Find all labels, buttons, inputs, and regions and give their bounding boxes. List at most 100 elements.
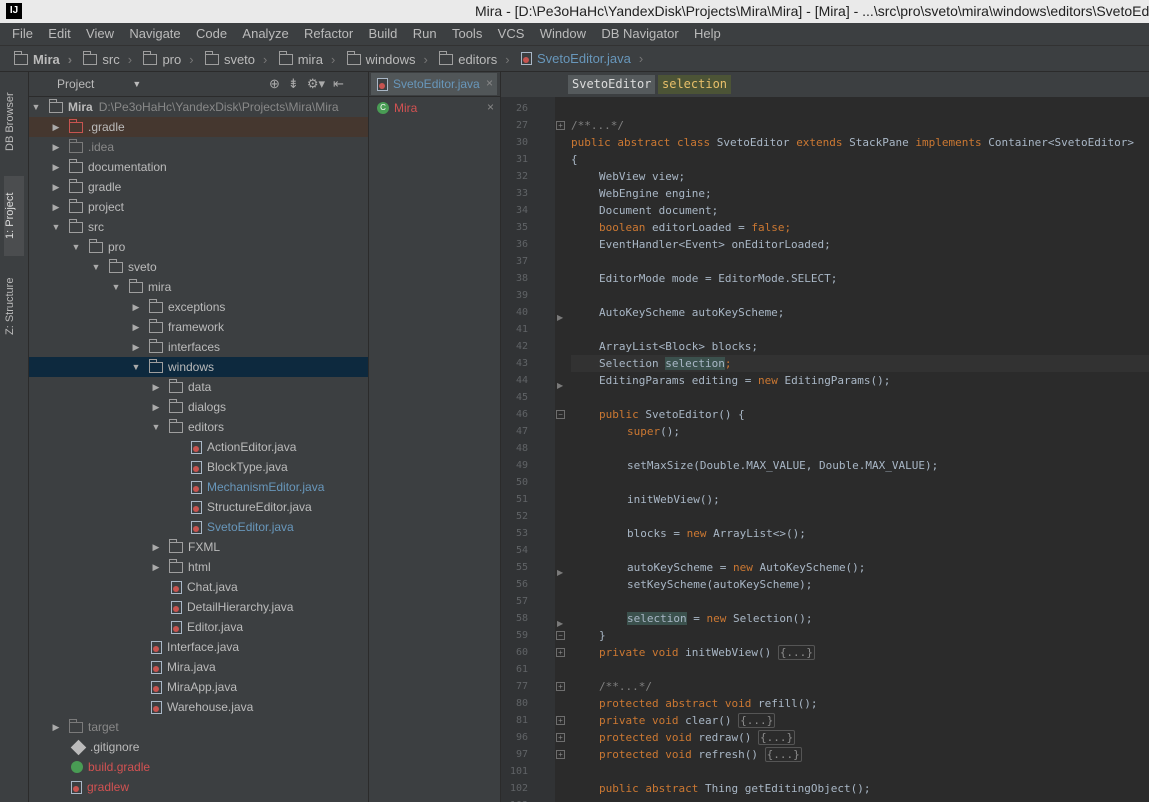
- breadcrumb-member[interactable]: selection: [658, 75, 732, 94]
- menu-navigate[interactable]: Navigate: [129, 23, 180, 41]
- tree-item-miraapp[interactable]: MiraApp.java: [29, 677, 368, 697]
- java-file-icon: [171, 600, 182, 614]
- fold-plus-icon[interactable]: +: [556, 716, 565, 725]
- menu-tools[interactable]: Tools: [452, 23, 482, 41]
- java-file-icon: [151, 660, 162, 674]
- fold-plus-icon[interactable]: +: [556, 750, 565, 759]
- scroll-from-source-icon[interactable]: ⊕: [269, 76, 280, 92]
- fold-minus-icon[interactable]: −: [556, 410, 565, 419]
- tree-item-actioneditor[interactable]: ActionEditor.java: [29, 437, 368, 457]
- code-line: setKeyScheme(autoKeyScheme);: [627, 578, 813, 591]
- tree-item-dialogs[interactable]: ▶ dialogs: [29, 397, 368, 417]
- menu-edit[interactable]: Edit: [48, 23, 70, 41]
- crumb-mira[interactable]: Mira ›: [10, 47, 76, 71]
- run-config-mira[interactable]: C Mira ×: [371, 98, 498, 118]
- collapse-all-icon[interactable]: ⇟: [288, 76, 299, 92]
- tree-item-label: data: [188, 380, 212, 394]
- tree-item-html[interactable]: ▶ html: [29, 557, 368, 577]
- menu-db-navigator[interactable]: DB Navigator: [601, 23, 678, 41]
- tree-item-sveto[interactable]: ▼ sveto: [29, 257, 368, 277]
- line-number: 56: [515, 579, 528, 590]
- close-icon[interactable]: ×: [486, 76, 493, 90]
- tree-item-editor[interactable]: Editor.java: [29, 617, 368, 637]
- tree-item-mechanismeditor[interactable]: MechanismEditor.java: [29, 477, 368, 497]
- menu-help[interactable]: Help: [694, 23, 721, 41]
- tree-item-idea[interactable]: ▶ .idea: [29, 137, 368, 157]
- code-editor[interactable]: SvetoEditor selection 26 27 30 31 32 33 …: [501, 72, 1149, 802]
- chevron-down-icon[interactable]: ▼: [132, 79, 141, 89]
- menu-run[interactable]: Run: [413, 23, 437, 41]
- fold-plus-icon[interactable]: +: [556, 682, 565, 691]
- tree-item-src[interactable]: ▼ src: [29, 217, 368, 237]
- tree-item-detailhierarchy[interactable]: DetailHierarchy.java: [29, 597, 368, 617]
- tree-item-data[interactable]: ▶ data: [29, 377, 368, 397]
- project-view-selector[interactable]: Project: [57, 77, 94, 91]
- hide-panel-icon[interactable]: ⇤: [333, 76, 344, 92]
- tree-item-editors[interactable]: ▼ editors: [29, 417, 368, 437]
- tree-item-gitignore[interactable]: .gitignore: [29, 737, 368, 757]
- tree-item-chat[interactable]: Chat.java: [29, 577, 368, 597]
- folded-block[interactable]: {...}: [764, 747, 802, 762]
- crumb-svetoeditor-java[interactable]: SvetoEditor.java ›: [517, 46, 647, 71]
- tree-item-gradlew[interactable]: gradlew: [29, 777, 368, 797]
- folded-block[interactable]: {...}: [757, 730, 796, 745]
- crumb-pro[interactable]: pro ›: [139, 47, 197, 71]
- menu-code[interactable]: Code: [196, 23, 227, 41]
- fold-plus-icon[interactable]: +: [556, 733, 565, 742]
- fold-plus-icon[interactable]: +: [556, 121, 565, 130]
- menu-refactor[interactable]: Refactor: [304, 23, 353, 41]
- tree-item-framework[interactable]: ▶ framework: [29, 317, 368, 337]
- crumb-windows[interactable]: windows ›: [343, 47, 432, 71]
- tree-item-svetoeditor[interactable]: SvetoEditor.java: [29, 517, 368, 537]
- crumb-src[interactable]: src ›: [79, 47, 136, 71]
- crumb-mira-pkg[interactable]: mira ›: [275, 47, 340, 71]
- gutter-arrow-icon[interactable]: ▶: [557, 619, 563, 628]
- menu-analyze[interactable]: Analyze: [242, 23, 288, 41]
- menu-window[interactable]: Window: [540, 23, 586, 41]
- tree-item-interfaces[interactable]: ▶ interfaces: [29, 337, 368, 357]
- menu-file[interactable]: File: [12, 23, 33, 41]
- gutter-arrow-icon[interactable]: ▶: [557, 381, 563, 390]
- tree-item-gradle[interactable]: ▶ gradle: [29, 177, 368, 197]
- tree-item-pro[interactable]: ▼ pro: [29, 237, 368, 257]
- tree-item-mira-java[interactable]: Mira.java: [29, 657, 368, 677]
- tree-item-label: framework: [168, 320, 225, 334]
- folded-block[interactable]: {...}: [777, 645, 815, 660]
- menu-view[interactable]: View: [86, 23, 114, 41]
- gutter-arrow-icon[interactable]: ▶: [557, 313, 563, 322]
- tree-item-blocktype[interactable]: BlockType.java: [29, 457, 368, 477]
- menu-build[interactable]: Build: [369, 23, 398, 41]
- tree-item-warehouse[interactable]: Warehouse.java: [29, 697, 368, 717]
- folded-block[interactable]: {...}: [738, 713, 776, 728]
- tree-item-project[interactable]: ▶ project: [29, 197, 368, 217]
- tree-item-structureeditor[interactable]: StructureEditor.java: [29, 497, 368, 517]
- breadcrumb-class[interactable]: SvetoEditor: [568, 75, 656, 94]
- fold-minus-icon[interactable]: −: [556, 631, 565, 640]
- crumb-editors[interactable]: editors ›: [435, 47, 513, 71]
- tree-item-target[interactable]: ▶ target: [29, 717, 368, 737]
- navigation-bar: Mira › src › pro › sveto › mira › windows › ed…: [0, 46, 1149, 72]
- gutter-arrow-icon[interactable]: ▶: [557, 568, 563, 577]
- code-line: EditorMode mode = EditorMode.SELECT;: [599, 272, 838, 285]
- tab-structure[interactable]: Z: Structure: [4, 266, 24, 346]
- tree-item-fxml[interactable]: ▶ FXML: [29, 537, 368, 557]
- tree-item-gradle-dir[interactable]: ▶ .gradle: [29, 117, 368, 137]
- menu-vcs[interactable]: VCS: [498, 23, 525, 41]
- tree-item-build-gradle[interactable]: build.gradle: [29, 757, 368, 777]
- fold-plus-icon[interactable]: +: [556, 648, 565, 657]
- tab-svetoeditor-java[interactable]: SvetoEditor.java ×: [371, 73, 497, 95]
- tree-item-mira-pkg[interactable]: ▼ mira: [29, 277, 368, 297]
- crumb-sveto[interactable]: sveto ›: [201, 47, 271, 71]
- tree-item-interface[interactable]: Interface.java: [29, 637, 368, 657]
- tab-project[interactable]: 1: Project: [4, 176, 24, 256]
- tree-item-windows[interactable]: ▼ windows: [29, 357, 368, 377]
- tree-item-mira[interactable]: ▼ Mira D:\Pe3oHaHc\YandexDisk\Projects\Mir…: [29, 97, 368, 117]
- tree-item-label: mira: [148, 280, 172, 294]
- code-area[interactable]: /**...*/ public abstract class SvetoEdit…: [571, 97, 1149, 802]
- tab-db-browser[interactable]: DB Browser: [4, 82, 24, 162]
- tree-item-documentation[interactable]: ▶ documentation: [29, 157, 368, 177]
- gear-icon[interactable]: ⚙▾: [307, 76, 325, 92]
- tree-item-exceptions[interactable]: ▶ exceptions: [29, 297, 368, 317]
- close-icon[interactable]: ×: [487, 100, 494, 114]
- tree-item-label: build.gradle: [88, 760, 151, 774]
